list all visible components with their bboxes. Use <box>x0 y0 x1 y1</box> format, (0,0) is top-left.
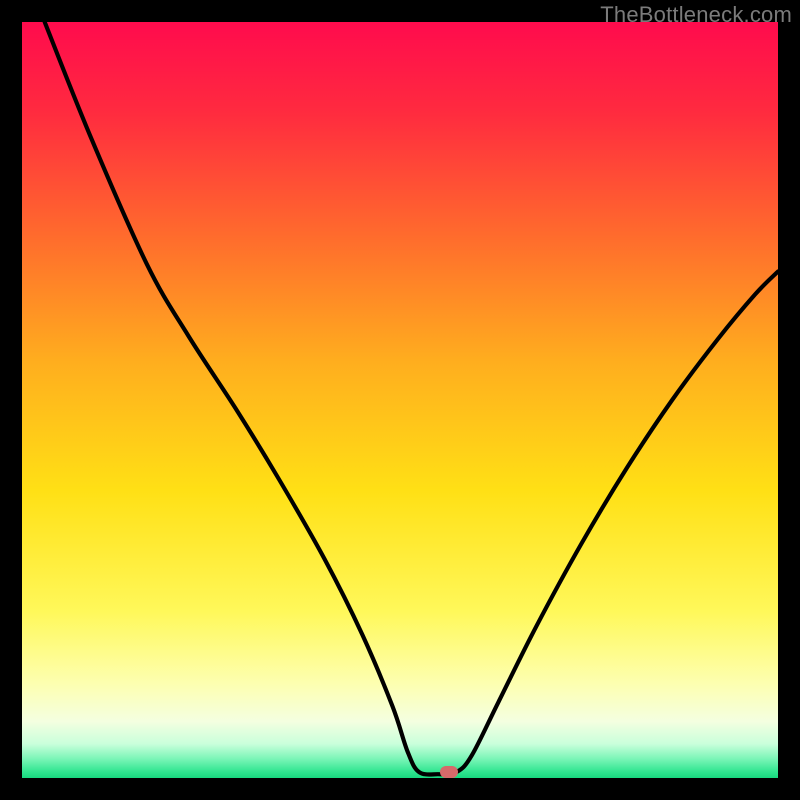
optimum-marker <box>440 766 458 778</box>
watermark-text: TheBottleneck.com <box>600 2 792 28</box>
plot-area <box>22 22 778 778</box>
chart-stage: TheBottleneck.com <box>0 0 800 800</box>
bottleneck-curve <box>22 22 778 778</box>
